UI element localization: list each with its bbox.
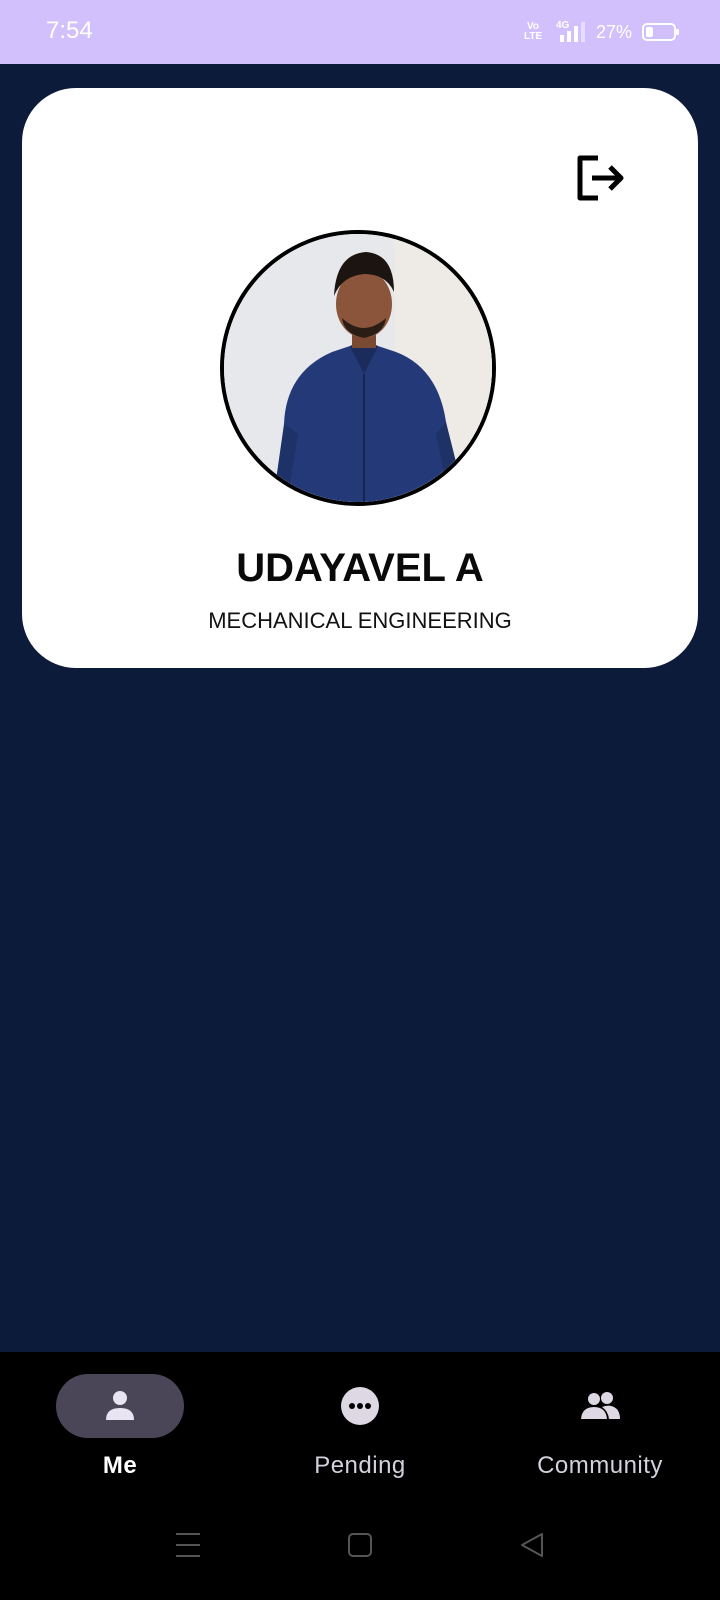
logout-icon [577,155,624,201]
person-icon [106,1391,134,1420]
battery-fill [646,27,653,37]
people-icon [581,1392,620,1419]
battery-icon [642,23,679,41]
home-square-icon[interactable] [346,1530,374,1560]
profile-department: MECHANICAL ENGINEERING [208,608,512,633]
signal-icon: 4G [552,20,586,44]
nav-label-community: Community [537,1452,663,1479]
profile-name: UDAYAVEL A [236,546,484,590]
status-time: 7:54 [46,17,93,44]
battery-percent: 27% [595,21,632,42]
nav-label-pending: Pending [314,1452,406,1479]
logout-button[interactable] [572,150,628,206]
network-type-label: 4G [555,20,570,31]
volte-icon: Vo LTE [523,21,543,42]
avatar [220,230,496,506]
nav-item-pending[interactable]: Pending [262,1374,462,1494]
more-horizontal-circle-icon [341,1387,379,1425]
back-triangle-icon[interactable] [518,1530,546,1560]
profile-card: UDAYAVEL A MECHANICAL ENGINEERING [22,88,698,668]
nav-item-me[interactable]: Me [22,1374,222,1494]
nav-label-me: Me [102,1452,138,1479]
menu-icon[interactable] [174,1530,202,1560]
system-navigation-bar [0,1500,720,1600]
status-bar: 7:54 Vo LTE 4G 27% [0,0,720,64]
status-icons: Vo LTE 4G 27% [523,18,679,46]
profile-photo [224,234,492,502]
nav-item-community[interactable]: Community [502,1374,702,1494]
